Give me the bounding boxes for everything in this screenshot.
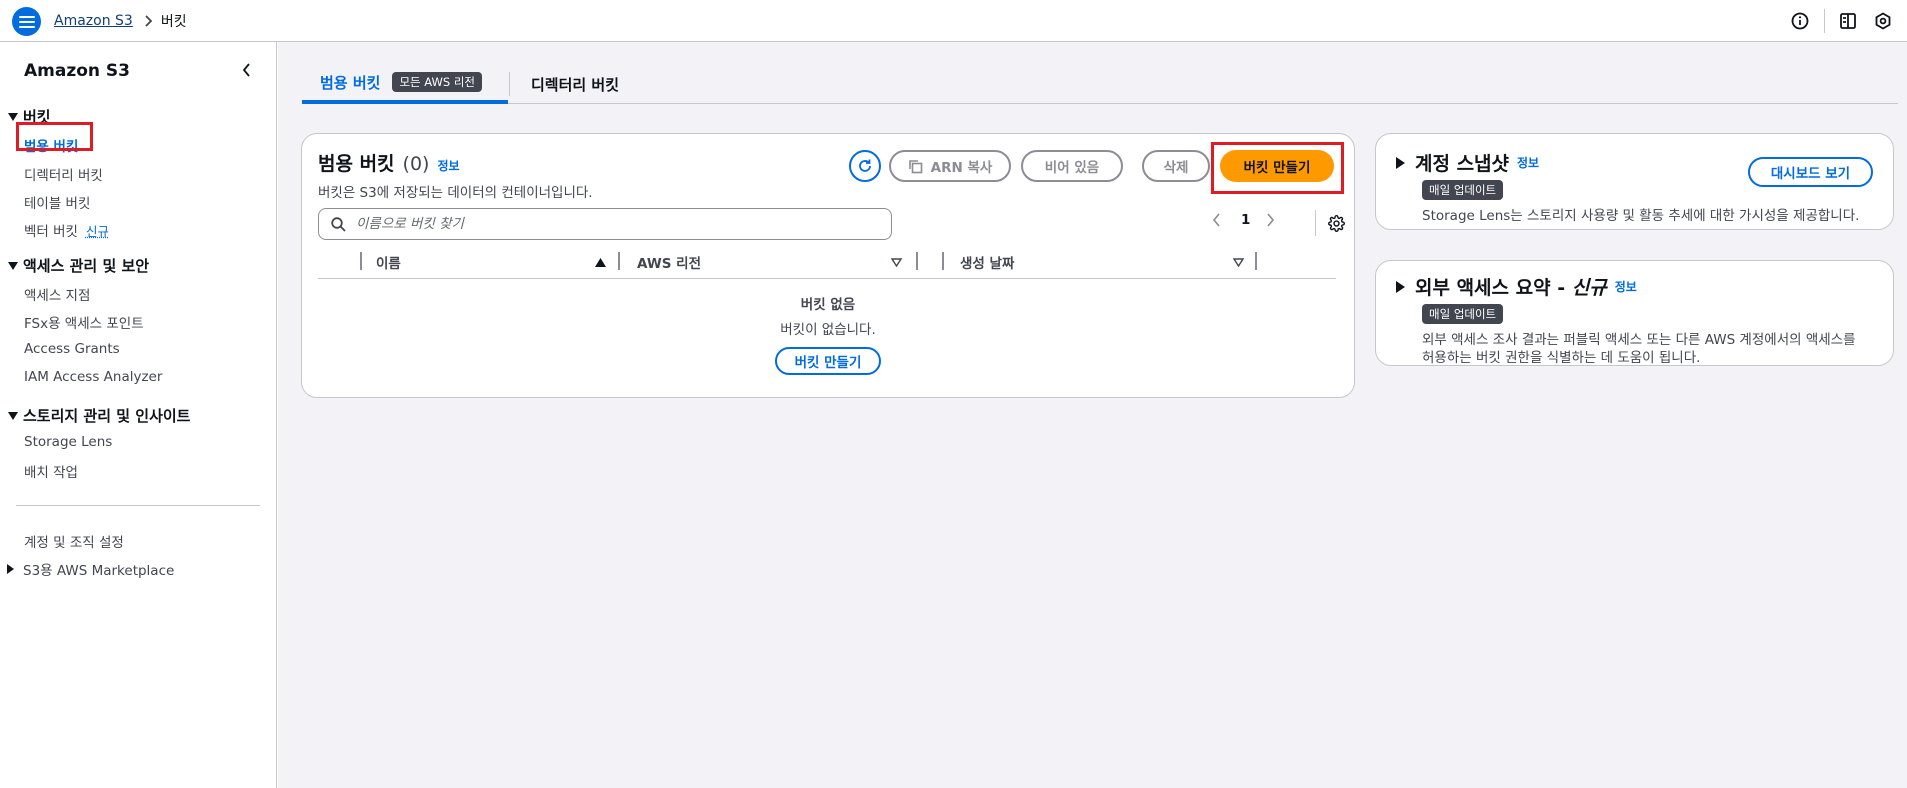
- top-navigation: Amazon S3 버킷: [0, 0, 1907, 42]
- column-divider: [942, 252, 944, 270]
- caret-right-icon[interactable]: [1396, 156, 1405, 169]
- pager-divider: [1315, 210, 1316, 236]
- sidebar-section-access-management[interactable]: 액세스 관리 및 보안: [8, 255, 149, 276]
- sidebar-title: Amazon S3: [24, 61, 131, 81]
- external-access-title: 외부 액세스 요약 -: [1415, 277, 1572, 299]
- sidebar-item-access-points[interactable]: 액세스 지점: [24, 284, 90, 304]
- chevron-left-icon: [1212, 213, 1220, 227]
- refresh-button[interactable]: [849, 150, 881, 182]
- tab-general-purpose-buckets[interactable]: 범용 버킷 모든 AWS 리전: [302, 64, 508, 104]
- refresh-icon: [859, 159, 871, 172]
- panel-description: 버킷은 S3에 저장되는 데이터의 컨테이너입니다.: [318, 185, 593, 201]
- bucket-tabs: 범용 버킷 모든 AWS 리전 디렉터리 버킷: [302, 64, 1898, 104]
- breadcrumb: Amazon S3 버킷: [54, 11, 187, 31]
- snapshot-title: 계정 스냅샷: [1415, 153, 1510, 175]
- sidebar-collapse-button[interactable]: [238, 61, 254, 79]
- info-link[interactable]: 정보: [1517, 154, 1539, 171]
- caret-down-icon: [8, 261, 18, 270]
- table-preferences-button[interactable]: [1328, 215, 1345, 236]
- external-access-description-line1: 외부 액세스 조사 결과는 퍼블릭 액세스 또는 다른 AWS 계정에서의 액세…: [1422, 332, 1856, 348]
- search-field[interactable]: [356, 216, 876, 232]
- sidebar-section-storage-management[interactable]: 스토리지 관리 및 인사이트: [8, 405, 190, 426]
- breadcrumb-current: 버킷: [160, 14, 187, 30]
- view-dashboard-button[interactable]: 대시보드 보기: [1748, 157, 1873, 187]
- copy-arn-button[interactable]: ARN 복사: [889, 150, 1011, 182]
- toolbar-divider: [1824, 9, 1825, 33]
- sidebar-item-account-settings[interactable]: 계정 및 조직 설정: [24, 531, 124, 551]
- sidebar-item-storage-lens[interactable]: Storage Lens: [24, 434, 112, 450]
- region-badge: 모든 AWS 리전: [392, 72, 482, 92]
- pagination: 1: [1212, 212, 1275, 228]
- copy-icon: [908, 159, 922, 173]
- sidebar-item-vector-buckets[interactable]: 벡터 버킷 신규: [24, 220, 109, 240]
- sidebar-item-iam-access-analyzer[interactable]: IAM Access Analyzer: [24, 369, 162, 385]
- sidebar-item-table-buckets[interactable]: 테이블 버킷: [24, 192, 90, 212]
- current-page[interactable]: 1: [1241, 212, 1250, 228]
- chevron-right-icon: [1267, 213, 1275, 227]
- tab-directory-buckets[interactable]: 디렉터리 버킷: [531, 64, 619, 104]
- new-label: 신규: [1571, 277, 1607, 299]
- empty-state-text: 버킷이 없습니다.: [780, 322, 876, 338]
- column-header-name[interactable]: 이름: [376, 250, 606, 274]
- sidebar-item-fsx-access-points[interactable]: FSx용 액세스 포인트: [24, 312, 144, 332]
- caret-right-icon: [7, 564, 14, 574]
- column-divider: [1255, 252, 1257, 270]
- bucket-count: (0): [402, 153, 430, 175]
- snapshot-description: Storage Lens는 스토리지 사용량 및 활동 추세에 대한 가시성을 …: [1422, 208, 1860, 224]
- panel-title: 범용 버킷: [318, 153, 395, 175]
- notifications-panel-icon[interactable]: [1837, 10, 1859, 32]
- chevron-right-icon: [144, 15, 152, 27]
- caret-down-icon: [8, 411, 18, 420]
- sort-icon: [891, 257, 902, 267]
- info-icon[interactable]: [1789, 10, 1811, 32]
- column-divider: [618, 252, 620, 270]
- sidebar-item-general-purpose-buckets[interactable]: 범용 버킷: [24, 135, 78, 155]
- table-header-line: [318, 278, 1336, 279]
- delete-bucket-button[interactable]: 삭제: [1142, 150, 1210, 182]
- general-purpose-buckets-panel: 범용 버킷 (0) 정보 버킷은 S3에 저장되는 데이터의 컨테이너입니다. …: [301, 133, 1355, 398]
- sidebar-item-aws-marketplace[interactable]: S3용 AWS Marketplace: [7, 559, 174, 579]
- column-header-region[interactable]: AWS 리전: [637, 250, 902, 274]
- daily-update-badge: 매일 업데이트: [1422, 304, 1504, 324]
- next-page-button[interactable]: [1266, 213, 1275, 227]
- sidebar-divider: [16, 505, 260, 506]
- info-link[interactable]: 정보: [437, 157, 459, 174]
- sidebar-section-buckets[interactable]: 버킷: [8, 106, 51, 127]
- column-divider: [916, 252, 918, 270]
- daily-update-badge: 매일 업데이트: [1422, 180, 1504, 200]
- gear-icon: [1328, 215, 1345, 232]
- menu-button[interactable]: [12, 7, 41, 36]
- chevron-left-icon: [242, 63, 250, 77]
- sidebar-item-access-grants[interactable]: Access Grants: [24, 341, 120, 357]
- new-badge[interactable]: 신규: [86, 224, 109, 239]
- account-snapshot-panel: 계정 스냅샷 정보 매일 업데이트 Storage Lens는 스토리지 사용량…: [1375, 133, 1894, 230]
- breadcrumb-amazon-s3[interactable]: Amazon S3: [54, 13, 133, 29]
- create-bucket-button[interactable]: 버킷 만들기: [1220, 150, 1334, 182]
- sort-ascending-icon: [595, 257, 606, 267]
- settings-hexagon-icon[interactable]: [1872, 10, 1894, 32]
- previous-page-button[interactable]: [1212, 213, 1221, 227]
- column-header-creation-date[interactable]: 생성 날짜: [960, 250, 1244, 274]
- bucket-search-input[interactable]: [318, 208, 892, 240]
- empty-state-create-bucket-button[interactable]: 버킷 만들기: [775, 347, 881, 375]
- main-content: 범용 버킷 모든 AWS 리전 디렉터리 버킷 범용 버킷 (0) 정보 버킷은…: [278, 42, 1907, 788]
- tab-divider: [509, 72, 510, 96]
- hamburger-icon: [18, 15, 35, 28]
- empty-state-title: 버킷 없음: [800, 297, 856, 313]
- caret-right-icon[interactable]: [1396, 280, 1405, 293]
- side-navigation: Amazon S3 버킷 범용 버킷 디렉터리 버킷 테이블 버킷 벡터 버킷 신…: [0, 42, 277, 788]
- caret-down-icon: [8, 112, 18, 121]
- external-access-description-line2: 허용하는 버킷 권한을 식별하는 데 도움이 됩니다.: [1422, 350, 1701, 366]
- column-divider: [360, 252, 362, 270]
- sort-icon: [1233, 257, 1244, 267]
- search-icon: [331, 216, 346, 232]
- sidebar-item-directory-buckets[interactable]: 디렉터리 버킷: [24, 164, 103, 184]
- sidebar-item-batch-operations[interactable]: 배치 작업: [24, 461, 78, 481]
- info-link[interactable]: 정보: [1615, 278, 1637, 295]
- empty-bucket-button[interactable]: 비어 있음: [1021, 150, 1123, 182]
- external-access-summary-panel: 외부 액세스 요약 - 신규 정보 매일 업데이트 외부 액세스 조사 결과는 …: [1375, 260, 1894, 366]
